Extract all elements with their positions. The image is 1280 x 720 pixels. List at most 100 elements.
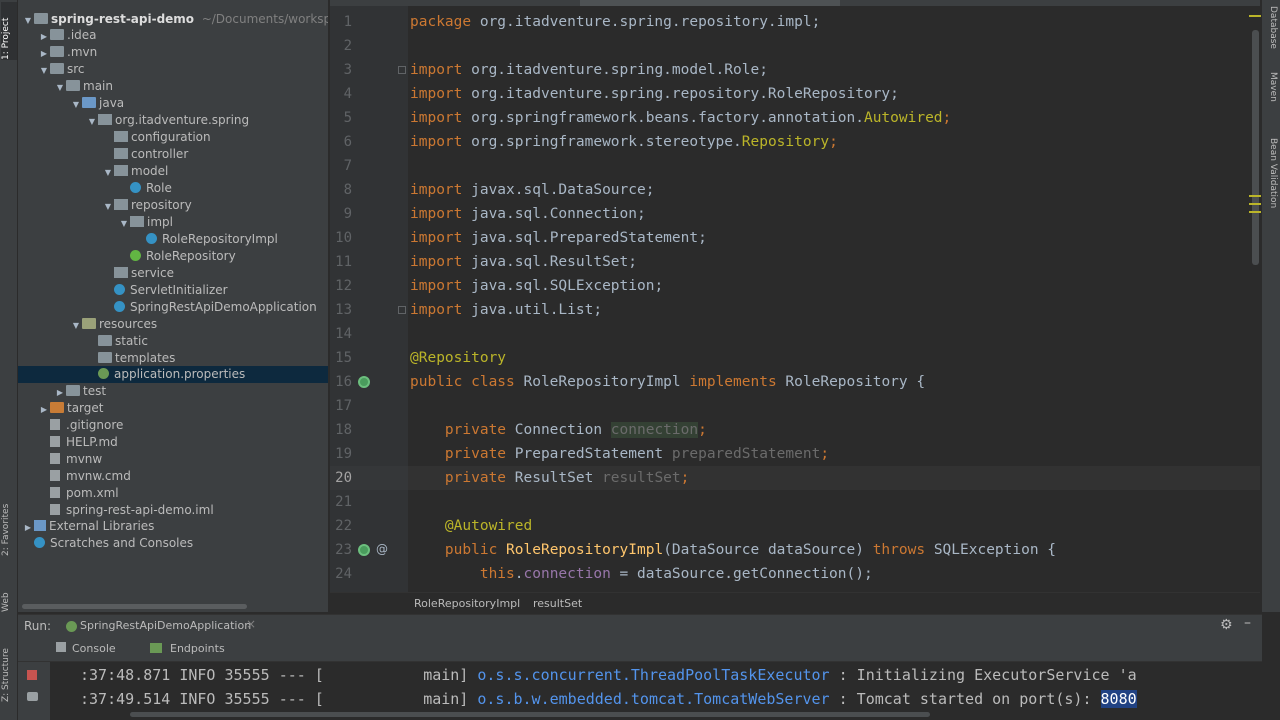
tree-item-repository[interactable]: ▼ repository bbox=[18, 197, 328, 214]
spring-bean-gutter-icon[interactable] bbox=[358, 544, 370, 556]
tree-item-java[interactable]: ▼ java bbox=[18, 95, 328, 112]
line-number: 22 bbox=[335, 518, 352, 534]
log-message: : Initializing ExecutorService 'a bbox=[829, 666, 1137, 684]
tree-item-service[interactable]: service bbox=[18, 265, 328, 282]
folder-icon bbox=[66, 80, 80, 91]
autowired-gutter-icon[interactable]: @ bbox=[376, 542, 388, 556]
close-icon[interactable]: × bbox=[246, 617, 256, 631]
structure-tool-tab[interactable]: Z: Structure bbox=[1, 638, 17, 702]
tree-item-scratches[interactable]: Scratches and Consoles bbox=[18, 535, 328, 552]
chevron-down-icon[interactable]: ▼ bbox=[102, 198, 114, 215]
tree-item-iml[interactable]: spring-rest-api-demo.iml bbox=[18, 502, 328, 519]
keyword: implements bbox=[689, 374, 777, 390]
log-logger[interactable]: o.s.s.concurrent.ThreadPoolTaskExecutor bbox=[477, 666, 829, 684]
tree-item-label: RoleRepositoryImpl bbox=[162, 232, 278, 246]
tree-item-role[interactable]: Role bbox=[18, 180, 328, 197]
tree-item-target[interactable]: ▶ target bbox=[18, 400, 328, 417]
tree-item-impl[interactable]: ▼ impl bbox=[18, 214, 328, 231]
tree-item-label: src bbox=[67, 62, 85, 76]
run-config-name[interactable]: SpringRestApiDemoApplication bbox=[80, 619, 251, 632]
tree-item-package[interactable]: ▼ org.itadventure.spring bbox=[18, 112, 328, 129]
tree-item-help-md[interactable]: HELP.md bbox=[18, 434, 328, 451]
gear-icon[interactable]: ⚙ bbox=[1220, 617, 1233, 633]
tree-item-src[interactable]: ▼ src bbox=[18, 61, 328, 78]
tree-item-label: HELP.md bbox=[66, 435, 118, 449]
fold-marker-icon[interactable] bbox=[398, 306, 406, 314]
tree-item-static[interactable]: static bbox=[18, 333, 328, 350]
tree-item-main[interactable]: ▼ main bbox=[18, 78, 328, 95]
chevron-right-icon[interactable]: ▶ bbox=[22, 519, 34, 536]
chevron-right-icon[interactable]: ▶ bbox=[38, 28, 50, 45]
semicolon: ; bbox=[698, 422, 707, 438]
keyword: throws bbox=[872, 542, 926, 558]
chevron-down-icon[interactable]: ▼ bbox=[54, 79, 66, 96]
tab-endpoints[interactable]: Endpoints bbox=[170, 642, 225, 655]
log-line: :37:49.514 INFO 35555 --- [ main] o.s.b.… bbox=[80, 687, 1137, 711]
project-tool-tab[interactable]: 1: Project bbox=[1, 2, 17, 60]
spring-bean-gutter-icon[interactable] bbox=[358, 376, 370, 388]
tree-item-application-properties[interactable]: application.properties bbox=[18, 366, 328, 383]
line-number: 15 bbox=[335, 350, 352, 366]
web-tool-tab[interactable]: Web bbox=[1, 584, 17, 612]
tree-item-mvnw[interactable]: mvnw bbox=[18, 451, 328, 468]
chevron-down-icon[interactable]: ▼ bbox=[86, 113, 98, 130]
unused-field: resultSet bbox=[602, 470, 681, 486]
root-path: ~/Documents/workspace bbox=[201, 12, 328, 26]
chevron-down-icon[interactable]: ▼ bbox=[118, 215, 130, 232]
stop-icon[interactable] bbox=[27, 670, 37, 680]
tree-item-mvn[interactable]: ▶ .mvn bbox=[18, 44, 328, 61]
tree-item-application-class[interactable]: SpringRestApiDemoApplication bbox=[18, 299, 328, 316]
tree-item-external-libraries[interactable]: ▶ External Libraries bbox=[18, 518, 328, 535]
console-horizontal-scrollbar[interactable] bbox=[130, 712, 930, 717]
maven-tool-tab[interactable]: Maven bbox=[1264, 72, 1278, 102]
tree-item-model[interactable]: ▼ model bbox=[18, 163, 328, 180]
fold-marker-icon[interactable] bbox=[398, 66, 406, 74]
breadcrumb-member[interactable]: resultSet bbox=[533, 593, 582, 615]
project-horizontal-scrollbar[interactable] bbox=[22, 604, 247, 609]
chevron-right-icon[interactable]: ▶ bbox=[38, 401, 50, 418]
chevron-right-icon[interactable]: ▶ bbox=[54, 384, 66, 401]
tree-item-configuration[interactable]: configuration bbox=[18, 129, 328, 146]
tree-item-gitignore[interactable]: .gitignore bbox=[18, 417, 328, 434]
code-line-10: import java.sql.PreparedStatement; bbox=[410, 226, 707, 250]
camera-icon[interactable] bbox=[27, 692, 38, 701]
chevron-down-icon[interactable]: ▼ bbox=[38, 62, 50, 79]
favorites-tool-tab[interactable]: 2: Favorites bbox=[1, 498, 17, 556]
line-number: 1 bbox=[343, 14, 352, 30]
breadcrumb-class[interactable]: RoleRepositoryImpl bbox=[414, 593, 520, 615]
chevron-down-icon[interactable]: ▼ bbox=[70, 96, 82, 113]
error-stripe-marker[interactable] bbox=[1249, 195, 1261, 197]
tree-item-rolerepositoryimpl[interactable]: RoleRepositoryImpl bbox=[18, 231, 328, 248]
tree-item-test[interactable]: ▶ test bbox=[18, 383, 328, 400]
tree-item-label: mvnw.cmd bbox=[66, 469, 131, 483]
log-line: :37:48.871 INFO 35555 --- [ main] o.s.s.… bbox=[80, 663, 1137, 687]
tree-item-rolerepository[interactable]: RoleRepository bbox=[18, 248, 328, 265]
tree-item-label: application.properties bbox=[114, 367, 246, 381]
tree-item-templates[interactable]: templates bbox=[18, 350, 328, 367]
log-logger[interactable]: o.s.b.w.embedded.tomcat.TomcatWebServer bbox=[477, 690, 829, 708]
package-icon bbox=[114, 199, 128, 210]
error-stripe-marker[interactable] bbox=[1249, 203, 1261, 205]
error-stripe-marker[interactable] bbox=[1249, 15, 1261, 17]
tree-item-root[interactable]: ▼ spring-rest-api-demo ~/Documents/worksp… bbox=[18, 11, 328, 28]
database-tool-tab[interactable]: Database bbox=[1264, 6, 1278, 49]
tree-item-pom-xml[interactable]: pom.xml bbox=[18, 485, 328, 502]
editor-vertical-scrollbar[interactable] bbox=[1252, 30, 1259, 265]
chevron-right-icon[interactable]: ▶ bbox=[38, 45, 50, 62]
tree-item-servletinitializer[interactable]: ServletInitializer bbox=[18, 282, 328, 299]
tree-item-label: resources bbox=[99, 317, 158, 331]
minimize-icon[interactable]: – bbox=[1244, 615, 1251, 631]
tree-item-resources[interactable]: ▼ resources bbox=[18, 316, 328, 333]
tree-item-controller[interactable]: controller bbox=[18, 146, 328, 163]
bean-validation-tool-tab[interactable]: Bean Validation bbox=[1264, 138, 1278, 208]
file-icon bbox=[50, 453, 60, 464]
tree-item-idea[interactable]: ▶ .idea bbox=[18, 27, 328, 44]
chevron-down-icon[interactable]: ▼ bbox=[102, 164, 114, 181]
error-stripe-marker[interactable] bbox=[1249, 211, 1261, 213]
properties-file-icon bbox=[98, 368, 109, 379]
semicolon: ; bbox=[820, 446, 830, 462]
chevron-down-icon[interactable]: ▼ bbox=[70, 317, 82, 334]
excluded-folder-icon bbox=[50, 402, 64, 413]
tree-item-mvnw-cmd[interactable]: mvnw.cmd bbox=[18, 468, 328, 485]
tab-console[interactable]: Console bbox=[72, 642, 116, 655]
